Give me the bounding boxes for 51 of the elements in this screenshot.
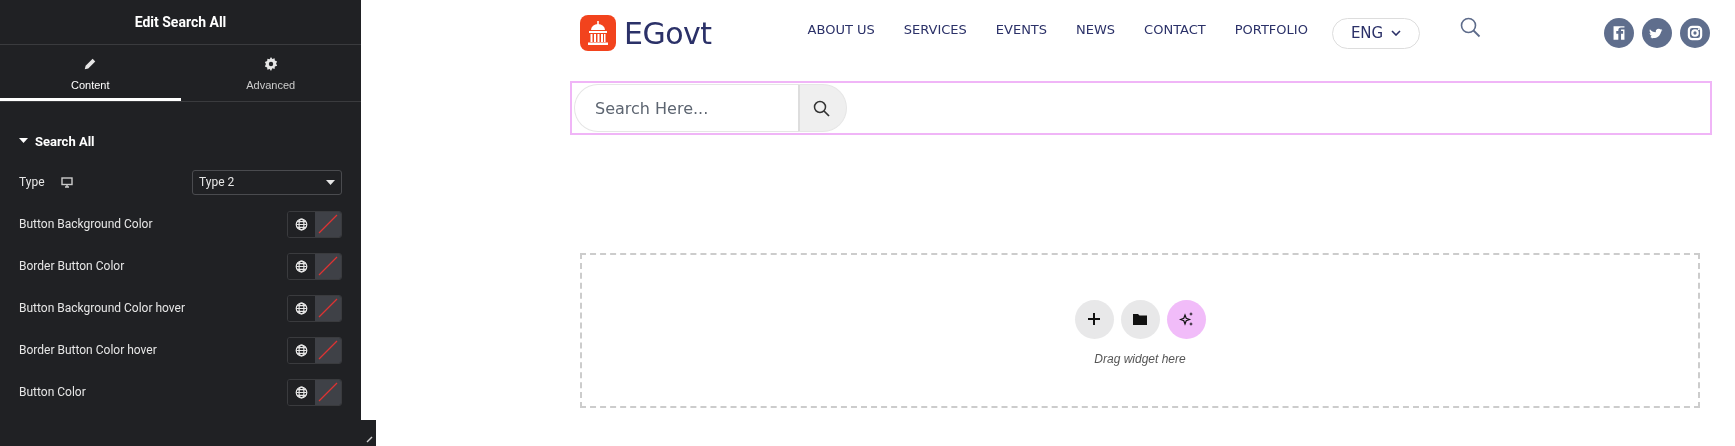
ai-button[interactable]: [1166, 299, 1206, 339]
facebook-icon[interactable]: [1604, 18, 1634, 48]
folder-icon: [1133, 313, 1147, 325]
section-title[interactable]: Search All: [35, 133, 95, 149]
nav-link[interactable]: NEWS: [1076, 21, 1116, 37]
instagram-icon[interactable]: [1680, 18, 1710, 48]
color-swatch[interactable]: [315, 211, 341, 237]
control-label: Button Background Color hover: [19, 301, 186, 315]
collapse-icon[interactable]: [365, 436, 373, 444]
capitol-logo-icon[interactable]: [580, 15, 616, 51]
language-selector[interactable]: ENG: [1331, 17, 1421, 49]
color-swatch[interactable]: [315, 253, 341, 279]
caret-icon[interactable]: [19, 138, 28, 144]
add-button[interactable]: [1074, 299, 1114, 339]
sparkle-icon: [1178, 311, 1194, 327]
twitter-icon[interactable]: [1642, 18, 1672, 48]
nav-link[interactable]: SERVICES: [903, 21, 967, 37]
color-swatch[interactable]: [315, 379, 341, 405]
control-label: Border Button Color hover: [19, 343, 157, 357]
gear-icon: [263, 56, 278, 71]
globe-icon: [295, 301, 308, 315]
pencil-icon: [83, 56, 98, 71]
panel-tab[interactable]: Advanced: [180, 45, 361, 101]
globe-icon: [295, 259, 308, 273]
color-swatch[interactable]: [315, 295, 341, 321]
panel-title: Edit Search All: [134, 14, 227, 30]
control-label: Button Background Color: [19, 217, 153, 231]
search-icon: [812, 99, 830, 117]
caret-icon: [326, 179, 335, 185]
drop-hint: Drag widget here: [1094, 351, 1186, 366]
desktop-icon[interactable]: [60, 176, 73, 188]
search-field[interactable]: Search Here...: [574, 84, 798, 132]
type-dropdown[interactable]: Type 2: [192, 169, 342, 195]
globe-icon: [295, 343, 308, 357]
nav-link[interactable]: ABOUT US: [807, 21, 875, 37]
nav-link[interactable]: PORTFOLIO: [1234, 21, 1308, 37]
nav-link[interactable]: EVENTS: [995, 21, 1048, 37]
template-button[interactable]: [1120, 299, 1160, 339]
control-label: Type: [19, 175, 45, 189]
globe-icon: [295, 217, 308, 231]
control-label: Border Button Color: [19, 259, 125, 273]
site-logo-text[interactable]: EGovt: [624, 15, 712, 51]
plus-icon: [1088, 313, 1100, 325]
control-label: Button Color: [19, 385, 86, 399]
search-button[interactable]: [798, 84, 847, 132]
nav-link[interactable]: CONTACT: [1144, 21, 1206, 37]
globe-icon: [295, 385, 308, 399]
chevron-down-icon: [1391, 30, 1402, 36]
search-icon[interactable]: [1460, 16, 1482, 38]
panel-tab[interactable]: Content: [0, 45, 181, 101]
color-swatch[interactable]: [315, 337, 341, 363]
